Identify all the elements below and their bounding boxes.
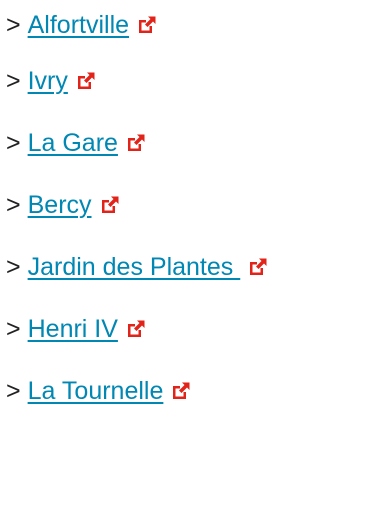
external-link-icon[interactable]: [126, 319, 146, 339]
external-link-icon[interactable]: [100, 195, 120, 215]
link-jardin-des-plantes[interactable]: Jardin des Plantes: [28, 254, 241, 280]
link-bercy[interactable]: Bercy: [28, 192, 92, 218]
link-la-tournelle[interactable]: La Tournelle: [28, 378, 164, 404]
list-item: > Ivry: [6, 50, 268, 112]
link-alfortville[interactable]: Alfortville: [28, 12, 129, 38]
external-link-icon[interactable]: [171, 381, 191, 401]
list-bullet: >: [6, 252, 21, 281]
list-item: > Alfortville: [6, 0, 268, 50]
link-henri-iv[interactable]: Henri IV: [28, 316, 118, 342]
external-link-icon[interactable]: [126, 133, 146, 153]
list-item: > Jardin des Plantes: [6, 236, 268, 298]
list-bullet: >: [6, 314, 21, 343]
external-link-icon[interactable]: [76, 71, 96, 91]
list-bullet: >: [6, 376, 21, 405]
link-la-gare[interactable]: La Gare: [28, 130, 118, 156]
list-item: > La Tournelle: [6, 360, 268, 422]
external-link-icon[interactable]: [137, 15, 157, 35]
list-item: > Henri IV: [6, 298, 268, 360]
list-item: > La Gare: [6, 112, 268, 174]
link-ivry[interactable]: Ivry: [28, 68, 68, 94]
list-bullet: >: [6, 10, 21, 39]
external-link-icon[interactable]: [248, 257, 268, 277]
list-item: > Bercy: [6, 174, 268, 236]
list-bullet: >: [6, 128, 21, 157]
list-bullet: >: [6, 190, 21, 219]
link-list: > Alfortville > Ivry > La Gare > Bercy >…: [6, 0, 268, 422]
list-bullet: >: [6, 66, 21, 95]
